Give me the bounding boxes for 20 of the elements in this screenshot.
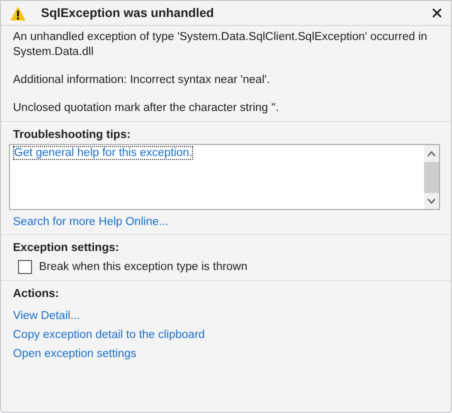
warning-icon — [10, 6, 26, 20]
scroll-up-icon[interactable] — [427, 151, 436, 157]
scroll-down-icon[interactable] — [427, 198, 436, 204]
search-online-link[interactable]: Search for more Help Online... — [13, 216, 168, 228]
help-link[interactable]: Get general help for this exception. — [13, 146, 194, 160]
section-heading: Exception settings: — [13, 242, 120, 254]
action-link[interactable]: Copy exception detail to the clipboard — [13, 329, 205, 341]
message-text: An unhandled exception of type 'System.Data.SqlClient.SqlException' occurred in System.Data.dll — [13, 30, 428, 60]
window-title: SqlException was unhandled — [41, 6, 215, 20]
message-text: Unclosed quotation mark after the character string ''. — [13, 101, 280, 116]
action-link[interactable]: Open exception settings — [13, 348, 136, 360]
section-heading: Actions: — [13, 288, 60, 300]
checkbox[interactable] — [18, 260, 32, 274]
section-heading: Troubleshooting tips: — [13, 129, 132, 141]
scroll-thumb[interactable] — [424, 162, 439, 193]
close-icon[interactable] — [432, 8, 442, 18]
checkbox-label[interactable]: Break when this exception type is thrown — [39, 261, 248, 273]
scrollbar[interactable] — [424, 145, 439, 209]
message-text: Additional information: Incorrect syntax near 'neal'. — [13, 73, 271, 88]
action-link[interactable]: View Detail... — [13, 310, 80, 322]
